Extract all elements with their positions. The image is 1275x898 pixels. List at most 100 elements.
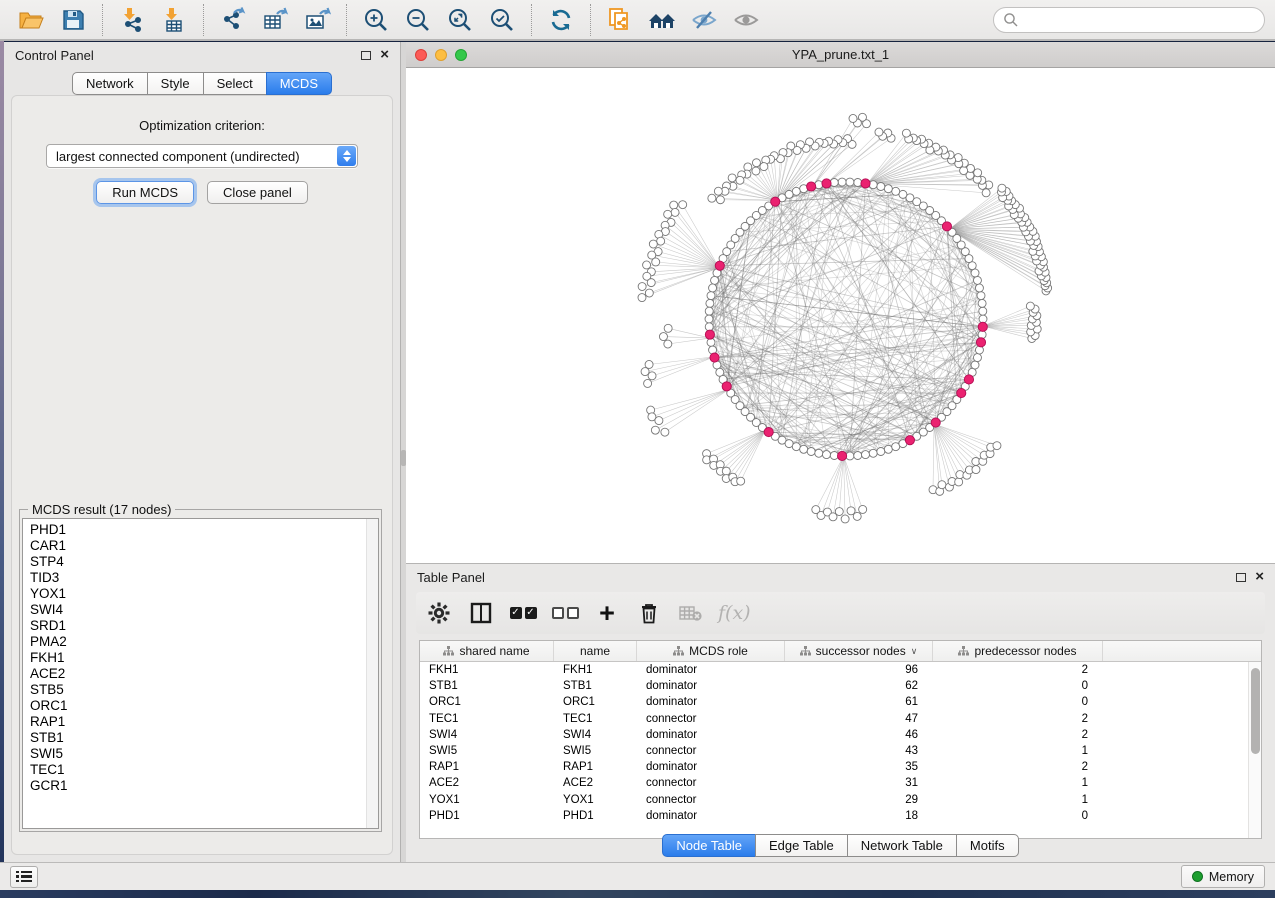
- network-node[interactable]: [884, 445, 892, 453]
- cell-shared-name[interactable]: ORC1: [420, 696, 554, 708]
- cell-MCDS-role[interactable]: dominator: [637, 810, 785, 822]
- mcds-hub-node[interactable]: [978, 322, 987, 331]
- network-node[interactable]: [960, 167, 968, 175]
- network-node[interactable]: [705, 315, 713, 323]
- cell-name[interactable]: SWI4: [554, 729, 637, 741]
- delete-table-icon[interactable]: [676, 598, 706, 628]
- optimization-criterion-select[interactable]: largest connected component (undirected): [46, 144, 358, 168]
- column-header-predecessor-nodes[interactable]: predecessor nodes: [933, 641, 1103, 661]
- network-node[interactable]: [679, 201, 687, 209]
- cell-successor-nodes[interactable]: 43: [785, 745, 933, 757]
- cell-name[interactable]: YOX1: [554, 794, 637, 806]
- network-node[interactable]: [648, 372, 656, 380]
- mcds-result-item[interactable]: SWI5: [30, 746, 378, 762]
- zoom-in-icon[interactable]: [359, 4, 393, 36]
- table-row[interactable]: STB1STB1dominator620: [420, 678, 1248, 694]
- network-node[interactable]: [998, 184, 1006, 192]
- mcds-hub-node[interactable]: [764, 427, 773, 436]
- mcds-hub-node[interactable]: [957, 388, 966, 397]
- mcds-hub-node[interactable]: [861, 179, 870, 188]
- cell-shared-name[interactable]: PHD1: [420, 810, 554, 822]
- cell-shared-name[interactable]: FKH1: [420, 664, 554, 676]
- cell-name[interactable]: TEC1: [554, 713, 637, 725]
- float-panel-icon[interactable]: [361, 51, 371, 60]
- network-node[interactable]: [892, 187, 900, 195]
- mcds-hub-node[interactable]: [715, 261, 724, 270]
- network-node[interactable]: [982, 189, 990, 197]
- cell-predecessor-nodes[interactable]: 1: [933, 745, 1103, 757]
- network-node[interactable]: [670, 201, 678, 209]
- cell-predecessor-nodes[interactable]: 1: [933, 777, 1103, 789]
- network-node[interactable]: [849, 114, 857, 122]
- network-node[interactable]: [838, 178, 846, 186]
- network-node[interactable]: [955, 478, 963, 486]
- network-node[interactable]: [978, 299, 986, 307]
- network-node[interactable]: [1026, 302, 1034, 310]
- network-node[interactable]: [877, 447, 885, 455]
- cell-MCDS-role[interactable]: dominator: [637, 680, 785, 692]
- network-node[interactable]: [823, 451, 831, 459]
- cell-successor-nodes[interactable]: 46: [785, 729, 933, 741]
- cell-shared-name[interactable]: RAP1: [420, 761, 554, 773]
- network-node[interactable]: [659, 333, 667, 341]
- network-node[interactable]: [973, 354, 981, 362]
- cell-name[interactable]: SWI5: [554, 745, 637, 757]
- network-node[interactable]: [877, 183, 885, 191]
- tab-mcds[interactable]: MCDS: [266, 72, 332, 95]
- cell-successor-nodes[interactable]: 31: [785, 777, 933, 789]
- table-row[interactable]: YOX1YOX1connector291: [420, 792, 1248, 808]
- network-node[interactable]: [736, 176, 744, 184]
- network-node[interactable]: [973, 276, 981, 284]
- cell-predecessor-nodes[interactable]: 2: [933, 664, 1103, 676]
- network-node[interactable]: [643, 261, 651, 269]
- network-node[interactable]: [979, 307, 987, 315]
- show-all-eye-icon[interactable]: [729, 4, 763, 36]
- network-node[interactable]: [854, 451, 862, 459]
- network-node[interactable]: [661, 428, 669, 436]
- show-column-icon[interactable]: [466, 598, 496, 628]
- mcds-result-item[interactable]: CAR1: [30, 538, 378, 554]
- cell-successor-nodes[interactable]: 47: [785, 713, 933, 725]
- network-node[interactable]: [664, 210, 672, 218]
- column-header-MCDS-role[interactable]: MCDS role: [637, 641, 785, 661]
- cell-predecessor-nodes[interactable]: 2: [933, 713, 1103, 725]
- cell-MCDS-role[interactable]: dominator: [637, 696, 785, 708]
- cell-MCDS-role[interactable]: connector: [637, 777, 785, 789]
- network-node[interactable]: [711, 276, 719, 284]
- network-node[interactable]: [971, 269, 979, 277]
- export-image-icon[interactable]: [300, 4, 334, 36]
- network-node[interactable]: [645, 289, 653, 297]
- network-graph[interactable]: [406, 68, 1275, 563]
- tab-network[interactable]: Network: [72, 72, 148, 95]
- network-node[interactable]: [707, 338, 715, 346]
- network-node[interactable]: [875, 128, 883, 136]
- tab-select[interactable]: Select: [203, 72, 267, 95]
- zoom-fit-icon[interactable]: [443, 4, 477, 36]
- tab-edge-table[interactable]: Edge Table: [755, 834, 848, 857]
- network-node[interactable]: [972, 466, 980, 474]
- mcds-hub-node[interactable]: [771, 197, 780, 206]
- mcds-hub-node[interactable]: [822, 179, 831, 188]
- mcds-result-item[interactable]: STB1: [30, 730, 378, 746]
- network-node[interactable]: [993, 442, 1001, 450]
- zoom-out-icon[interactable]: [401, 4, 435, 36]
- network-node[interactable]: [644, 379, 652, 387]
- mcds-hub-node[interactable]: [976, 338, 985, 347]
- cell-shared-name[interactable]: TEC1: [420, 713, 554, 725]
- cell-name[interactable]: PHD1: [554, 810, 637, 822]
- cell-predecessor-nodes[interactable]: 0: [933, 680, 1103, 692]
- mcds-result-item[interactable]: SRD1: [30, 618, 378, 634]
- network-node[interactable]: [938, 481, 946, 489]
- table-options-gear-icon[interactable]: [424, 598, 454, 628]
- mcds-hub-node[interactable]: [964, 375, 973, 384]
- import-table-icon[interactable]: [157, 4, 191, 36]
- open-folder-icon[interactable]: [14, 4, 48, 36]
- export-table-icon[interactable]: [258, 4, 292, 36]
- float-table-panel-icon[interactable]: [1236, 573, 1246, 582]
- mcds-hub-node[interactable]: [837, 451, 846, 460]
- mcds-result-item[interactable]: GCR1: [30, 778, 378, 794]
- network-node[interactable]: [716, 196, 724, 204]
- column-header-name[interactable]: name: [554, 641, 637, 661]
- cell-MCDS-role[interactable]: connector: [637, 713, 785, 725]
- save-icon[interactable]: [56, 4, 90, 36]
